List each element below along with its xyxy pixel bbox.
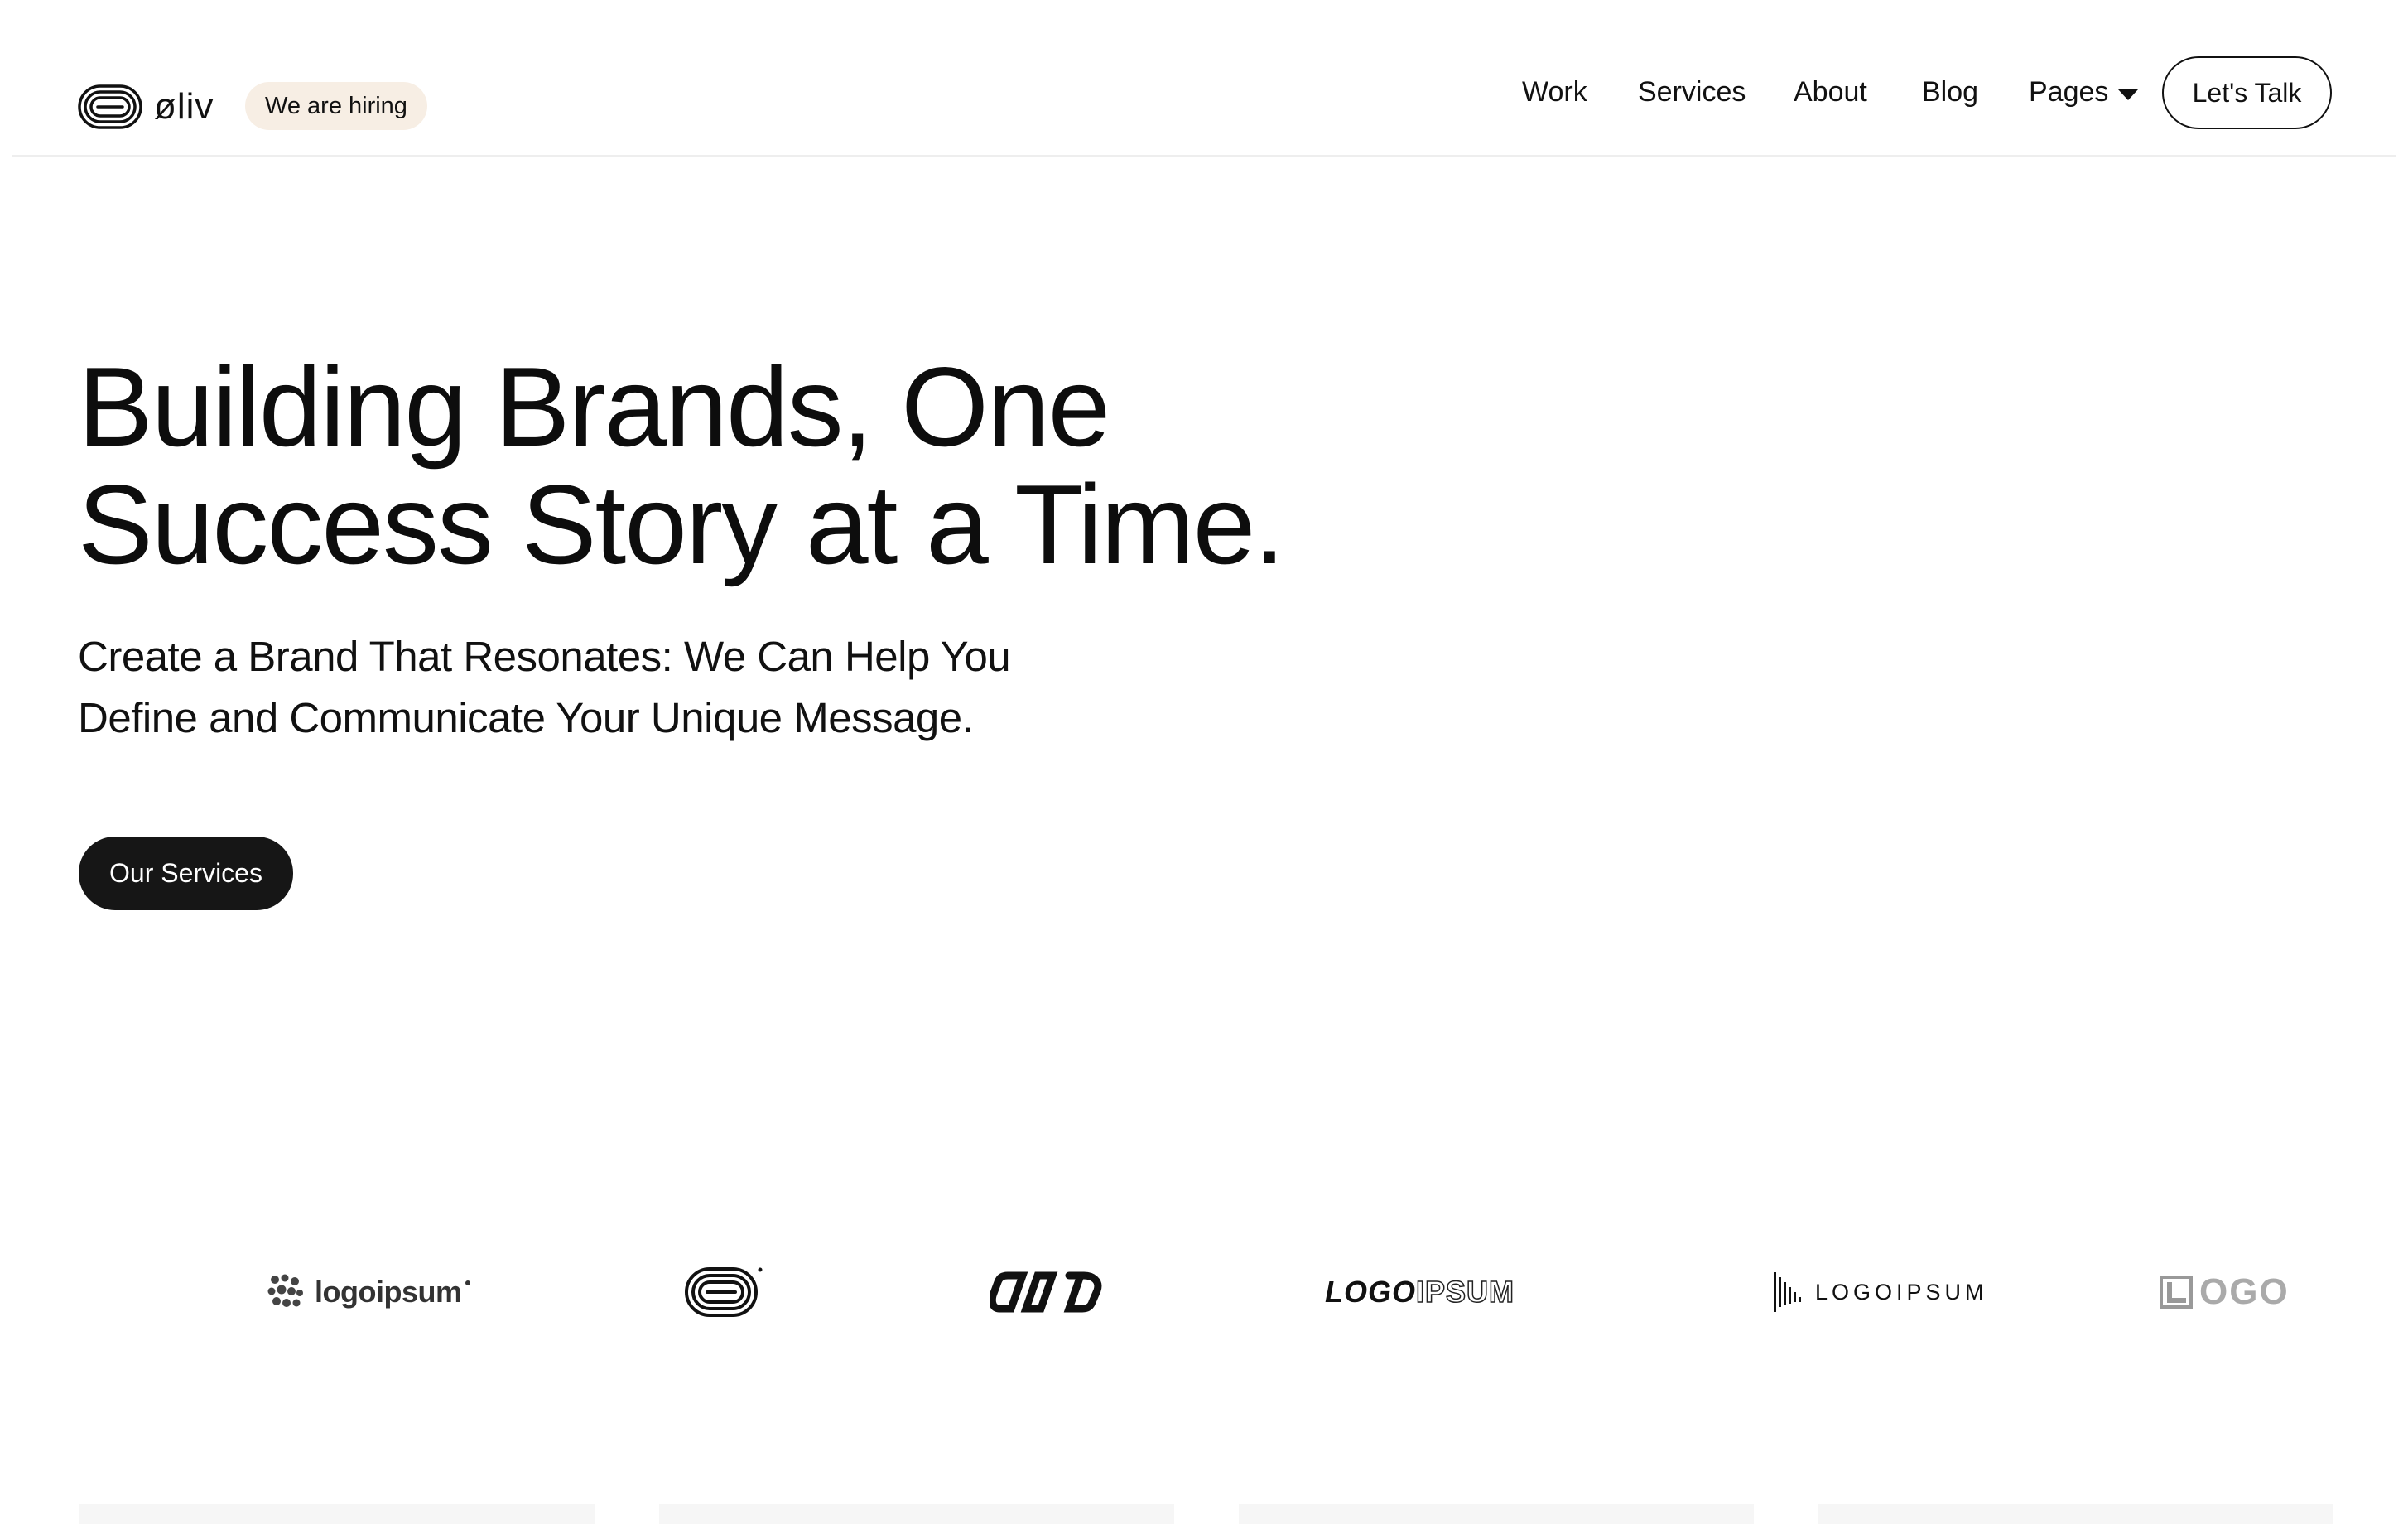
client-logo: LOGOIPSUM	[1772, 1259, 1988, 1325]
nav-link-work[interactable]: Work	[1522, 78, 1587, 106]
client-logo: LOGO IPSUM	[1325, 1259, 1515, 1325]
soundwave-bars-icon	[1774, 1272, 1801, 1312]
client-logo: OGO	[2160, 1259, 2290, 1325]
lets-talk-button[interactable]: Let's Talk	[2162, 56, 2332, 129]
hero-subtitle-line: Define and Communicate Your Unique Messa…	[78, 694, 974, 741]
nav-link-about[interactable]: About	[1794, 78, 1867, 106]
service-card[interactable]	[79, 1504, 595, 1524]
hero-title-line: Success Story at a Time.	[78, 461, 1285, 587]
nav-dropdown-pages[interactable]: Pages	[2029, 76, 2139, 108]
client-logo	[684, 1259, 763, 1325]
hero-title-line: Building Brands, One	[78, 344, 1110, 470]
client-logo	[990, 1259, 1102, 1325]
service-card[interactable]	[659, 1504, 1174, 1524]
brand-name: øliv	[154, 86, 214, 127]
client-logo-text: IPSUM	[1415, 1274, 1515, 1309]
service-card[interactable]	[1818, 1504, 2333, 1524]
oliv-loop-mark-icon	[78, 84, 142, 129]
client-logo-text: LOGOIPSUM	[1815, 1279, 1988, 1305]
nav-link-services[interactable]: Services	[1638, 78, 1746, 106]
nav-link-blog[interactable]: Blog	[1922, 78, 1978, 106]
dots-cluster-icon	[267, 1274, 303, 1307]
nav-pages-label: Pages	[2029, 76, 2109, 108]
brand-logo-link[interactable]: øliv	[78, 83, 214, 131]
client-logo-strip: logoipsum LOGO IPSUM LOGOIPSUM OGO	[0, 1259, 2408, 1325]
our-services-button[interactable]: Our Services	[79, 837, 293, 910]
hero-title: Building Brands, One Success Story at a …	[78, 348, 1403, 583]
dot-icon	[465, 1280, 470, 1285]
site-header: øliv We are hiring Work Services About B…	[0, 0, 2408, 157]
client-logo-text: OGO	[2199, 1271, 2290, 1312]
service-card[interactable]	[1239, 1504, 1754, 1524]
client-logo-text: LOGO	[1325, 1275, 1416, 1309]
header-divider	[12, 155, 2396, 157]
client-logo: logoipsum	[267, 1259, 472, 1325]
hero-subtitle-line: Create a Brand That Resonates: We Can He…	[78, 633, 1011, 680]
hiring-badge[interactable]: We are hiring	[245, 82, 427, 130]
loop-mark-icon	[685, 1267, 763, 1317]
chevron-down-icon	[2118, 89, 2139, 100]
client-logo-text: logoipsum	[315, 1275, 462, 1309]
infinity-links-icon	[990, 1271, 1102, 1313]
square-l-icon	[2160, 1276, 2193, 1309]
hero-subtitle: Create a Brand That Resonates: We Can He…	[78, 626, 1072, 749]
